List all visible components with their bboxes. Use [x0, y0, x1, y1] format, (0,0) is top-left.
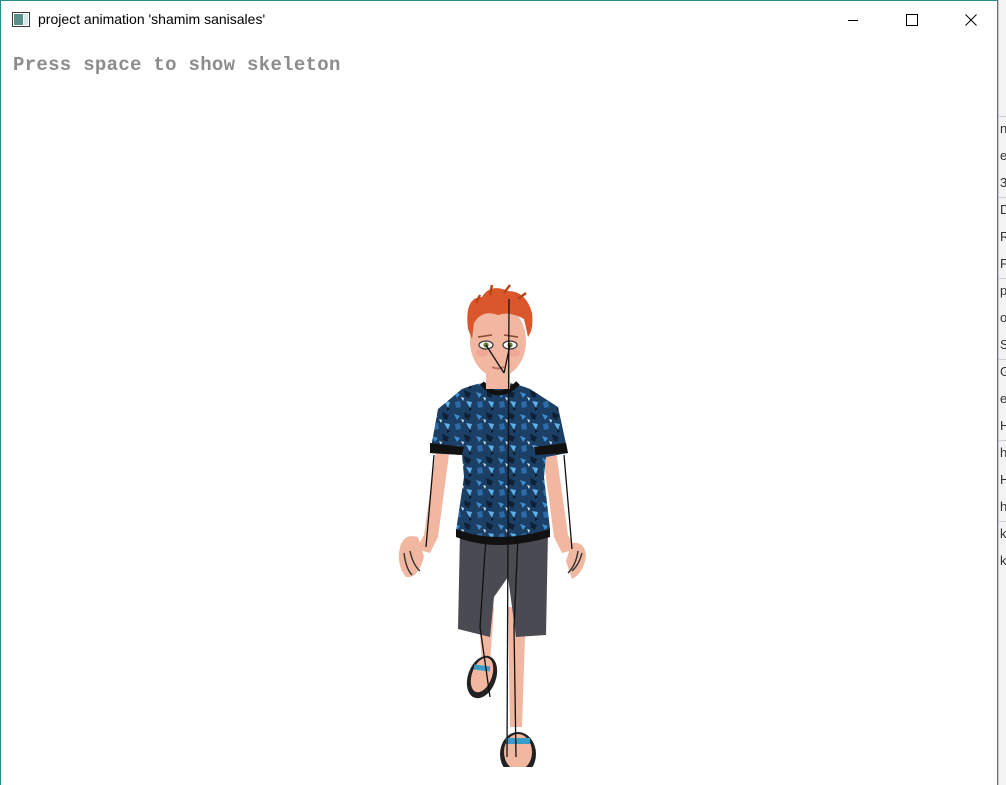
background-glyph: e: [1000, 392, 1006, 406]
hint-text: Press space to show skeleton: [13, 54, 341, 76]
shorts: [458, 532, 548, 637]
background-glyph: p: [1000, 284, 1006, 298]
background-glyph: 3: [1000, 176, 1006, 190]
maximize-icon: [906, 14, 918, 26]
background-window-edge: ne3DRPpoSGeHhHhkk: [998, 0, 1006, 785]
app-icon: [12, 12, 30, 27]
minimize-icon: [848, 20, 858, 21]
app-window: project animation 'shamim sanisales' Pre…: [0, 0, 998, 785]
maximize-button[interactable]: [883, 1, 941, 39]
background-divider: [999, 359, 1006, 360]
background-glyph: e: [1000, 149, 1006, 163]
background-glyph: H: [1000, 419, 1006, 433]
render-viewport[interactable]: Press space to show skeleton: [1, 39, 997, 785]
background-glyph: G: [1000, 365, 1006, 379]
background-glyph: H: [1000, 473, 1006, 487]
background-divider: [999, 440, 1006, 441]
background-glyph: n: [1000, 122, 1006, 136]
background-glyph: S: [1000, 338, 1006, 352]
minimize-button[interactable]: [824, 1, 882, 39]
background-glyph: h: [1000, 500, 1006, 514]
close-button[interactable]: [942, 1, 997, 39]
title-bar[interactable]: project animation 'shamim sanisales': [1, 1, 997, 39]
background-glyph: D: [1000, 203, 1006, 217]
background-glyph: P: [1000, 257, 1006, 271]
background-divider: [999, 116, 1006, 117]
left-arm: [416, 437, 450, 553]
background-divider: [999, 197, 1006, 198]
background-glyph: k: [1000, 526, 1006, 541]
window-title: project animation 'shamim sanisales': [38, 11, 266, 27]
close-icon: [965, 14, 977, 26]
character-model: [398, 284, 586, 767]
background-glyph: o: [1000, 311, 1006, 325]
background-glyph: h: [1000, 446, 1006, 460]
background-divider: [999, 278, 1006, 279]
background-glyph: R: [1000, 230, 1006, 244]
background-divider: [999, 521, 1006, 522]
background-glyph: k: [1000, 553, 1006, 568]
